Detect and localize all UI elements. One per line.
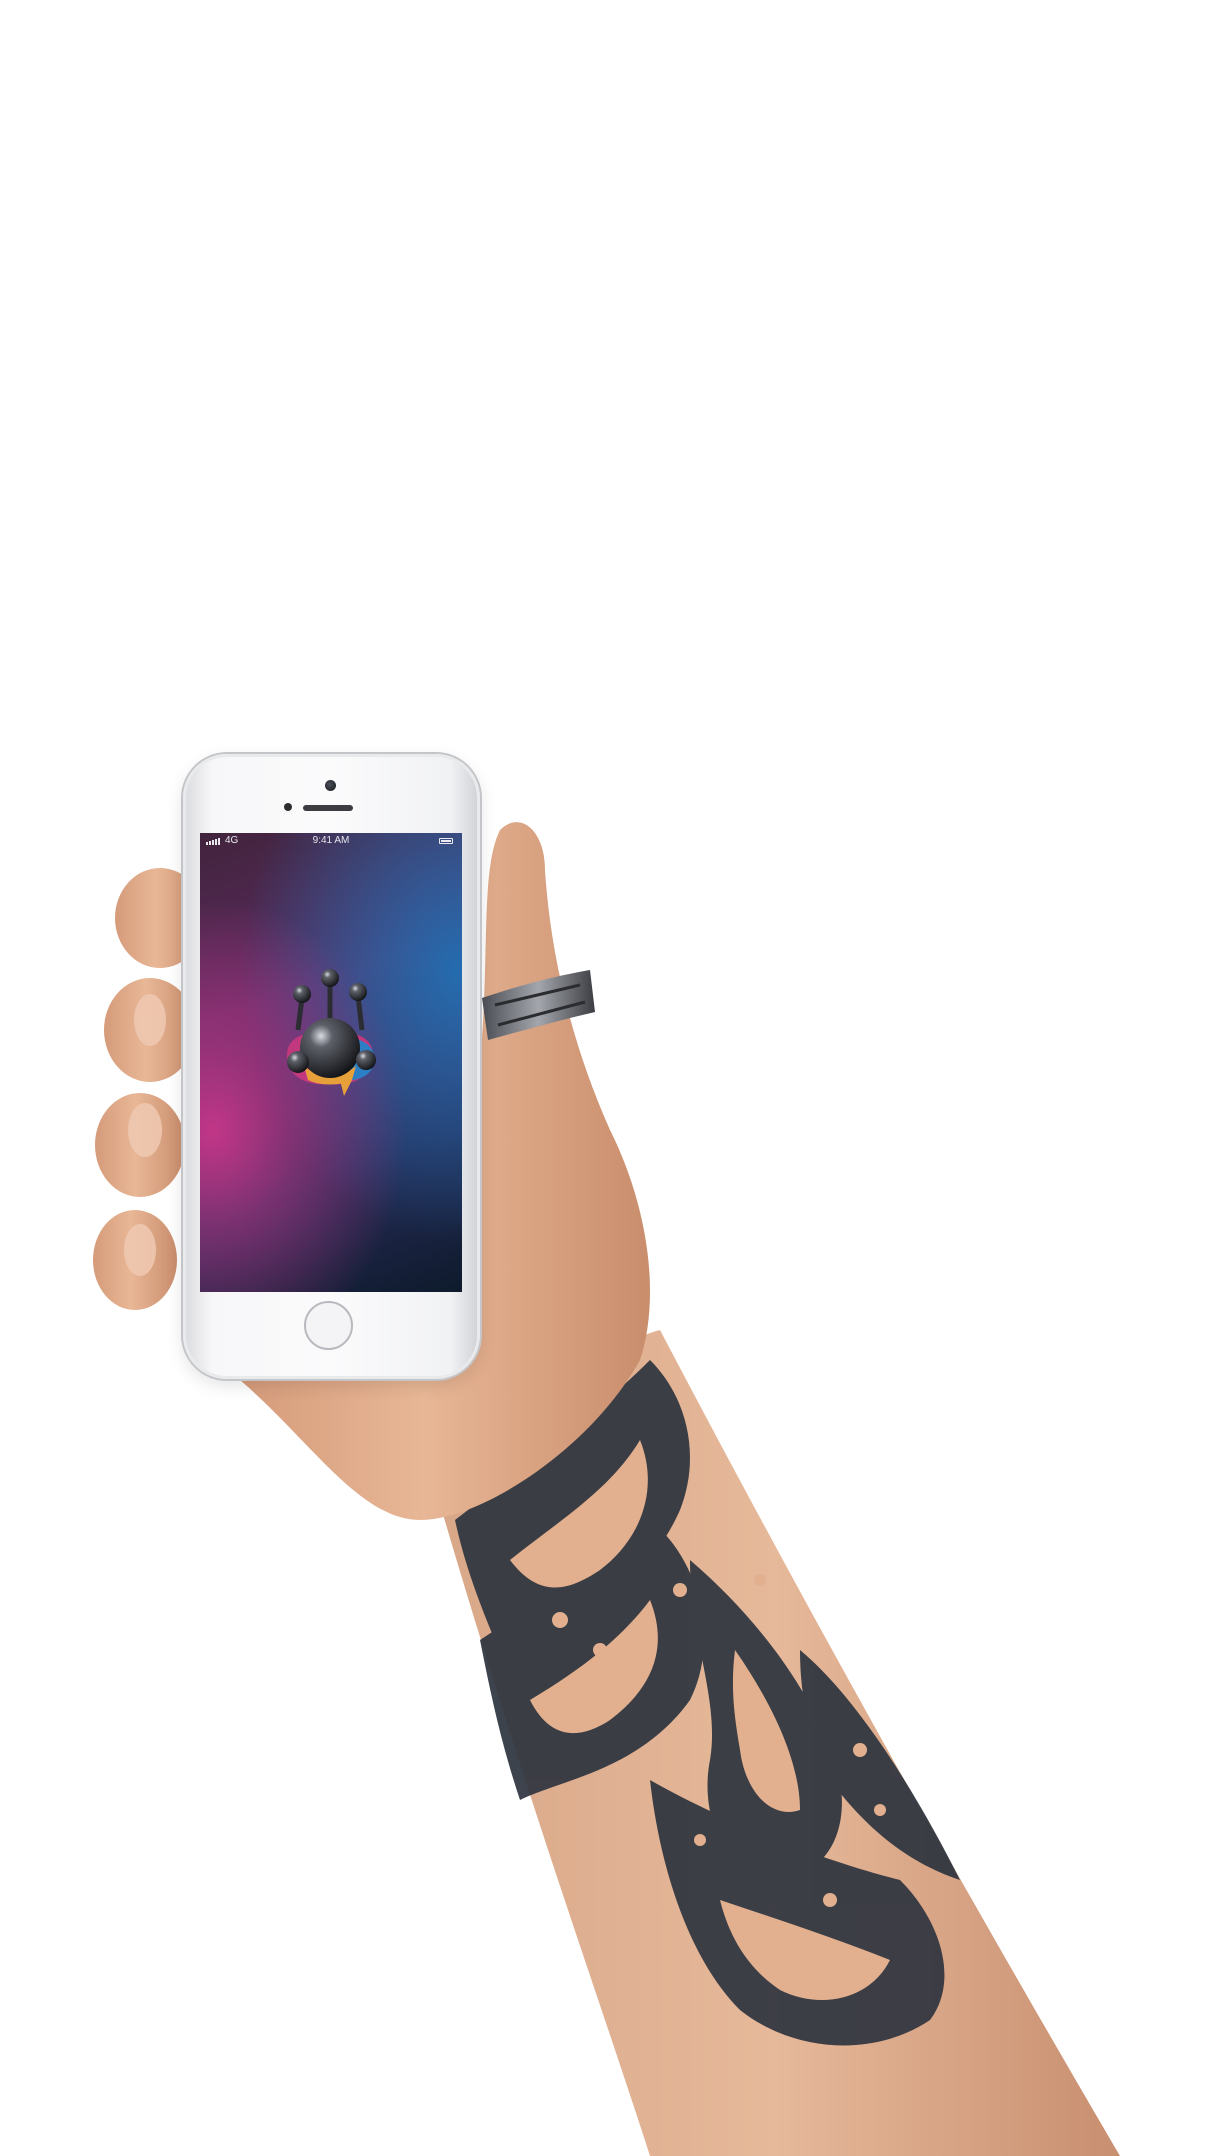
proximity-sensor (284, 803, 292, 811)
status-time: 9:41 AM (312, 835, 350, 846)
smartphone: 4G 9:41 AM (183, 754, 480, 1379)
status-bar: 4G 9:41 AM (200, 833, 462, 849)
earpiece-speaker (303, 805, 353, 811)
blob-creature-icon[interactable] (274, 968, 386, 1103)
battery-icon (439, 838, 453, 844)
home-button[interactable] (304, 1301, 353, 1350)
front-camera-icon (325, 780, 336, 791)
phone-screen: 4G 9:41 AM (200, 833, 462, 1292)
